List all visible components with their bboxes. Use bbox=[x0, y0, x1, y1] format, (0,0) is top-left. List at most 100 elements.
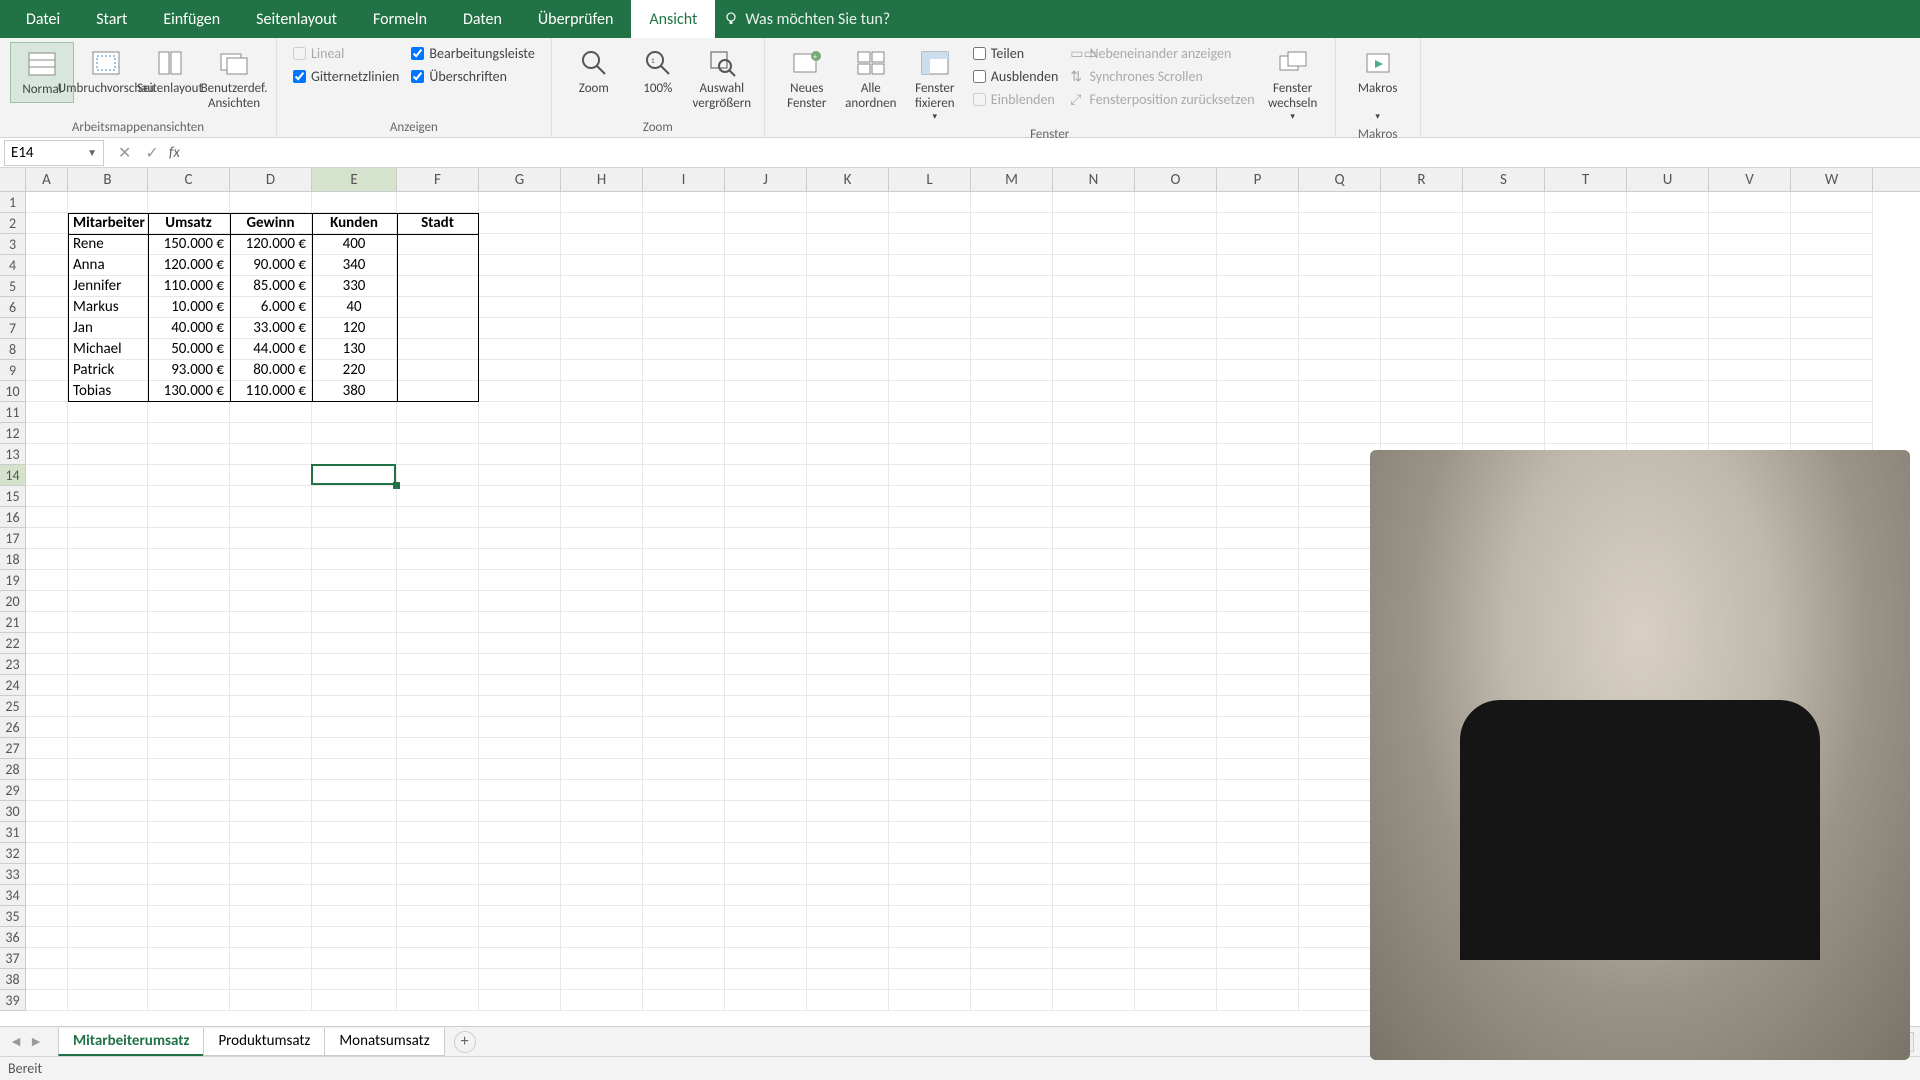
cell[interactable] bbox=[643, 885, 725, 906]
col-header-G[interactable]: G bbox=[479, 168, 561, 191]
cell[interactable] bbox=[26, 528, 68, 549]
row-header[interactable]: 39 bbox=[0, 990, 26, 1011]
cell[interactable] bbox=[479, 717, 561, 738]
cell[interactable] bbox=[1545, 318, 1627, 339]
cell[interactable]: 6.000 € bbox=[230, 297, 312, 318]
cell[interactable] bbox=[1135, 339, 1217, 360]
cell[interactable] bbox=[725, 360, 807, 381]
cell[interactable] bbox=[807, 759, 889, 780]
cell[interactable] bbox=[26, 507, 68, 528]
cell[interactable] bbox=[1053, 780, 1135, 801]
cell[interactable] bbox=[561, 444, 643, 465]
cell[interactable] bbox=[397, 696, 479, 717]
cell[interactable] bbox=[807, 507, 889, 528]
cell[interactable] bbox=[643, 402, 725, 423]
cell[interactable] bbox=[1299, 192, 1381, 213]
cell[interactable] bbox=[643, 192, 725, 213]
cell[interactable] bbox=[725, 990, 807, 1011]
cell[interactable] bbox=[725, 549, 807, 570]
col-header-S[interactable]: S bbox=[1463, 168, 1545, 191]
cell[interactable] bbox=[1299, 696, 1381, 717]
cell[interactable] bbox=[971, 360, 1053, 381]
cell[interactable] bbox=[1053, 738, 1135, 759]
cell[interactable] bbox=[725, 339, 807, 360]
cell[interactable] bbox=[1299, 780, 1381, 801]
cell[interactable] bbox=[1135, 864, 1217, 885]
cell[interactable]: Markus bbox=[68, 297, 148, 318]
cell[interactable] bbox=[971, 843, 1053, 864]
cell[interactable] bbox=[725, 255, 807, 276]
cell[interactable] bbox=[397, 549, 479, 570]
cell[interactable] bbox=[1627, 360, 1709, 381]
cell[interactable] bbox=[479, 906, 561, 927]
cell[interactable] bbox=[1299, 738, 1381, 759]
cell[interactable] bbox=[68, 528, 148, 549]
cell[interactable] bbox=[889, 528, 971, 549]
cell[interactable] bbox=[312, 591, 397, 612]
cell[interactable] bbox=[807, 339, 889, 360]
cell[interactable] bbox=[397, 906, 479, 927]
cell[interactable] bbox=[725, 612, 807, 633]
cell[interactable] bbox=[725, 885, 807, 906]
cell[interactable] bbox=[1627, 255, 1709, 276]
col-header-V[interactable]: V bbox=[1709, 168, 1791, 191]
cell[interactable] bbox=[807, 927, 889, 948]
cell[interactable] bbox=[889, 486, 971, 507]
cell[interactable] bbox=[643, 990, 725, 1011]
cell[interactable] bbox=[479, 696, 561, 717]
cell[interactable] bbox=[312, 402, 397, 423]
cell[interactable] bbox=[889, 360, 971, 381]
cell[interactable] bbox=[1217, 360, 1299, 381]
cell[interactable] bbox=[397, 759, 479, 780]
cell[interactable] bbox=[1053, 612, 1135, 633]
cell[interactable] bbox=[561, 969, 643, 990]
cell[interactable] bbox=[643, 444, 725, 465]
cell[interactable] bbox=[1299, 633, 1381, 654]
col-header-E[interactable]: E bbox=[312, 168, 397, 191]
cell[interactable] bbox=[1135, 192, 1217, 213]
cell[interactable] bbox=[1217, 906, 1299, 927]
cell[interactable] bbox=[643, 675, 725, 696]
cell[interactable] bbox=[479, 192, 561, 213]
cell[interactable] bbox=[725, 444, 807, 465]
cell[interactable] bbox=[26, 801, 68, 822]
cell[interactable]: 93.000 € bbox=[148, 360, 230, 381]
cell[interactable] bbox=[725, 423, 807, 444]
cell[interactable] bbox=[68, 423, 148, 444]
cell[interactable] bbox=[1545, 423, 1627, 444]
cell[interactable] bbox=[148, 612, 230, 633]
cell[interactable] bbox=[230, 906, 312, 927]
cell[interactable] bbox=[561, 213, 643, 234]
cell[interactable] bbox=[312, 528, 397, 549]
cell[interactable] bbox=[1545, 339, 1627, 360]
cell[interactable] bbox=[1217, 927, 1299, 948]
cell[interactable] bbox=[971, 276, 1053, 297]
cell[interactable] bbox=[1299, 570, 1381, 591]
cell[interactable] bbox=[889, 591, 971, 612]
cell[interactable] bbox=[312, 738, 397, 759]
cell[interactable] bbox=[807, 276, 889, 297]
cell[interactable] bbox=[1381, 402, 1463, 423]
cell[interactable] bbox=[971, 423, 1053, 444]
cell[interactable] bbox=[1381, 297, 1463, 318]
cell[interactable] bbox=[1791, 318, 1873, 339]
cell[interactable] bbox=[889, 906, 971, 927]
cell[interactable] bbox=[479, 864, 561, 885]
cell[interactable] bbox=[68, 570, 148, 591]
cell[interactable] bbox=[1135, 654, 1217, 675]
cell[interactable] bbox=[807, 675, 889, 696]
cell[interactable] bbox=[725, 654, 807, 675]
cell[interactable] bbox=[1627, 192, 1709, 213]
row-header[interactable]: 13 bbox=[0, 444, 26, 465]
cell[interactable] bbox=[807, 780, 889, 801]
cell[interactable] bbox=[1299, 843, 1381, 864]
cell[interactable] bbox=[643, 927, 725, 948]
cell[interactable]: 130 bbox=[312, 339, 397, 360]
cell[interactable] bbox=[312, 444, 397, 465]
cell[interactable] bbox=[1463, 423, 1545, 444]
cell[interactable] bbox=[312, 570, 397, 591]
cell[interactable] bbox=[230, 192, 312, 213]
cell[interactable] bbox=[397, 717, 479, 738]
cell[interactable] bbox=[643, 549, 725, 570]
cell[interactable] bbox=[397, 276, 479, 297]
